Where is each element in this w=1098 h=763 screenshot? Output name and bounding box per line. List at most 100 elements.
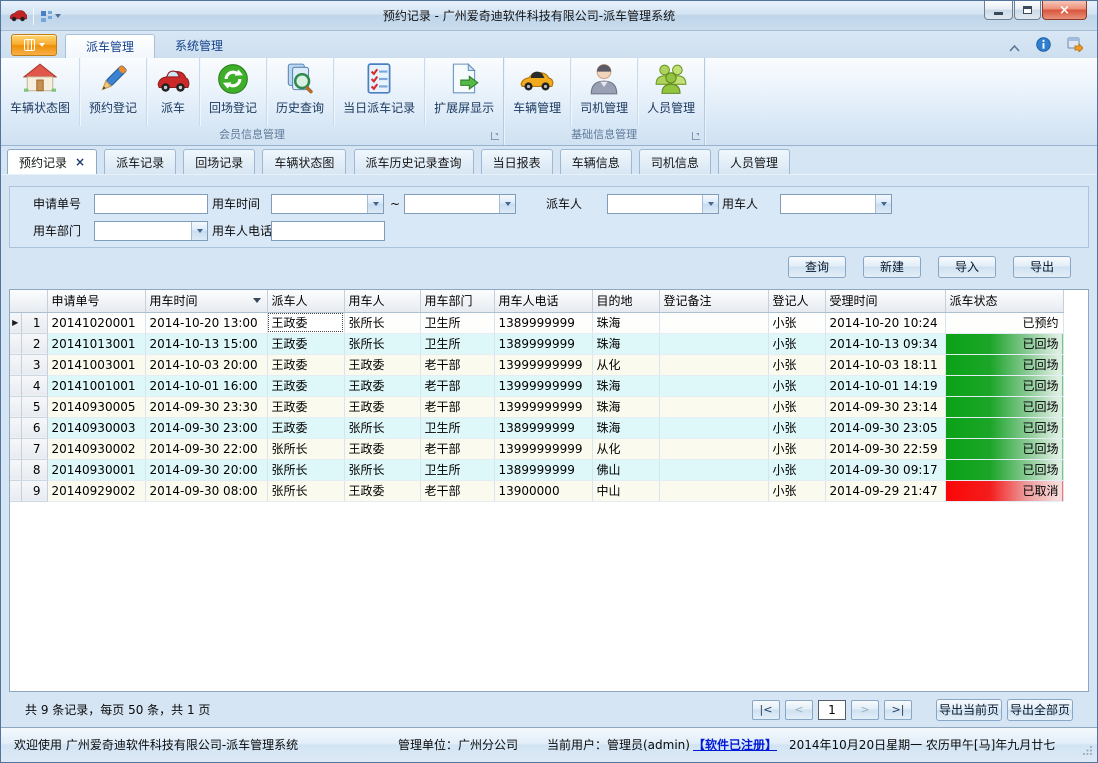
column-header-car-user[interactable]: 用车人	[344, 290, 420, 312]
table-cell[interactable]: 2014-10-20 10:24	[825, 312, 945, 333]
table-cell[interactable]: 1389999999	[494, 459, 592, 480]
apply-no-input[interactable]	[94, 194, 208, 214]
minimize-button[interactable]	[984, 1, 1013, 20]
ribbon-button-vehicle-management[interactable]: 车辆管理	[504, 58, 571, 126]
tab-close-icon[interactable]: ×	[75, 156, 85, 168]
table-cell[interactable]: 王政委	[344, 354, 420, 375]
table-cell[interactable]	[659, 312, 768, 333]
table-cell[interactable]: 张所长	[344, 459, 420, 480]
table-cell[interactable]: 2014-09-30 22:00	[145, 438, 267, 459]
table-row[interactable]: ▶1201410200012014-10-20 13:00王政委张所长卫生所13…	[10, 312, 1063, 333]
table-cell[interactable]: 从化	[592, 354, 659, 375]
table-cell[interactable]: 小张	[768, 480, 825, 501]
table-cell[interactable]: 小张	[768, 333, 825, 354]
table-cell[interactable]: 老干部	[420, 480, 494, 501]
dialog-launcher-icon[interactable]	[692, 132, 700, 140]
license-registered-link[interactable]: 【软件已注册】	[693, 728, 777, 762]
sort-arrow-icon[interactable]	[253, 298, 261, 303]
table-cell[interactable]	[659, 438, 768, 459]
table-row[interactable]: 9201409290022014-09-30 08:00张所长王政委老干部139…	[10, 480, 1063, 501]
car-user-combo[interactable]	[780, 194, 892, 214]
table-cell[interactable]: 王政委	[267, 312, 344, 333]
table-cell[interactable]: 老干部	[420, 438, 494, 459]
table-cell[interactable]: 珠海	[592, 396, 659, 417]
table-cell[interactable]: 小张	[768, 459, 825, 480]
table-cell[interactable]: 老干部	[420, 396, 494, 417]
table-cell[interactable]: 2014-09-30 20:00	[145, 459, 267, 480]
doc-tab-reservation-records[interactable]: 预约记录 ×	[7, 149, 97, 174]
last-page-button[interactable]: >|	[884, 700, 912, 720]
table-cell[interactable]: 2014-10-13 09:34	[825, 333, 945, 354]
table-cell[interactable]: 王政委	[267, 333, 344, 354]
table-cell[interactable]: 2014-09-30 23:00	[145, 417, 267, 438]
export-current-page-button[interactable]: 导出当前页	[936, 699, 1002, 721]
table-cell[interactable]: 13999999999	[494, 354, 592, 375]
table-cell[interactable]: 20141013001	[47, 333, 145, 354]
table-cell[interactable]: 小张	[768, 354, 825, 375]
table-cell[interactable]: 13999999999	[494, 396, 592, 417]
table-cell[interactable]: 2014-09-30 09:17	[825, 459, 945, 480]
table-cell[interactable]: 王政委	[344, 480, 420, 501]
table-cell[interactable]: 20141001001	[47, 375, 145, 396]
table-row[interactable]: 5201409300052014-09-30 23:30王政委王政委老干部139…	[10, 396, 1063, 417]
application-menu-button[interactable]	[11, 34, 57, 56]
table-cell[interactable]	[659, 354, 768, 375]
first-page-button[interactable]: |<	[752, 700, 780, 720]
column-header-remark[interactable]: 登记备注	[659, 290, 768, 312]
table-cell[interactable]: 卫生所	[420, 417, 494, 438]
ribbon-tab-dispatch[interactable]: 派车管理	[65, 34, 155, 58]
table-cell[interactable]: 小张	[768, 438, 825, 459]
ribbon-button-reservation[interactable]: 预约登记	[80, 58, 147, 126]
table-cell[interactable]: 珠海	[592, 333, 659, 354]
query-button[interactable]: 查询	[788, 256, 846, 278]
table-cell[interactable]: 卫生所	[420, 459, 494, 480]
table-cell[interactable]: 1389999999	[494, 333, 592, 354]
export-button[interactable]: 导出	[1013, 256, 1071, 278]
table-cell[interactable]	[659, 480, 768, 501]
column-header-use-time[interactable]: 用车时间	[145, 290, 267, 312]
table-row[interactable]: 6201409300032014-09-30 23:00王政委张所长卫生所138…	[10, 417, 1063, 438]
table-cell[interactable]: 2014-09-30 23:05	[825, 417, 945, 438]
use-time-from-combo[interactable]	[271, 194, 384, 214]
table-cell[interactable]: 小张	[768, 312, 825, 333]
table-cell[interactable]: 王政委	[344, 396, 420, 417]
table-cell[interactable]: 张所长	[267, 459, 344, 480]
resize-grip[interactable]	[1083, 744, 1093, 758]
column-header-accept-time[interactable]: 受理时间	[825, 290, 945, 312]
table-cell[interactable]: 2014-10-03 18:11	[825, 354, 945, 375]
table-cell[interactable]: 2014-09-29 21:47	[825, 480, 945, 501]
table-cell[interactable]	[659, 375, 768, 396]
use-time-to-combo[interactable]	[404, 194, 516, 214]
export-all-pages-button[interactable]: 导出全部页	[1007, 699, 1073, 721]
ribbon-button-dispatch[interactable]: 派车	[147, 58, 200, 126]
table-cell[interactable]: 张所长	[267, 480, 344, 501]
table-row[interactable]: 8201409300012014-09-30 20:00张所长张所长卫生所138…	[10, 459, 1063, 480]
table-cell[interactable]: 1389999999	[494, 312, 592, 333]
prev-page-button[interactable]: <	[785, 700, 813, 720]
table-cell[interactable]	[659, 459, 768, 480]
table-cell[interactable]: 张所长	[344, 333, 420, 354]
table-cell[interactable]: 2014-10-01 16:00	[145, 375, 267, 396]
dept-combo[interactable]	[94, 221, 208, 241]
next-page-button[interactable]: >	[851, 700, 879, 720]
table-cell[interactable]: 13999999999	[494, 438, 592, 459]
table-cell[interactable]: 小张	[768, 417, 825, 438]
table-cell[interactable]: 13900000	[494, 480, 592, 501]
table-cell[interactable]: 小张	[768, 375, 825, 396]
table-cell[interactable]: 王政委	[267, 396, 344, 417]
table-cell[interactable]: 2014-10-13 15:00	[145, 333, 267, 354]
dispatcher-combo[interactable]	[607, 194, 719, 214]
table-cell[interactable]: 王政委	[267, 354, 344, 375]
column-header-phone[interactable]: 用车人电话	[494, 290, 592, 312]
table-cell[interactable]: 珠海	[592, 417, 659, 438]
ribbon-tab-system[interactable]: 系统管理	[155, 34, 243, 58]
table-cell[interactable]: 王政委	[267, 375, 344, 396]
table-cell[interactable]: 佛山	[592, 459, 659, 480]
column-header-registrar[interactable]: 登记人	[768, 290, 825, 312]
table-cell[interactable]: 2014-10-20 13:00	[145, 312, 267, 333]
skin-switch-button[interactable]	[1067, 37, 1083, 56]
doc-tab-daily-report[interactable]: 当日报表	[481, 149, 553, 174]
dialog-launcher-icon[interactable]	[491, 132, 499, 140]
table-cell[interactable]: 20140929002	[47, 480, 145, 501]
table-cell[interactable]: 20141020001	[47, 312, 145, 333]
